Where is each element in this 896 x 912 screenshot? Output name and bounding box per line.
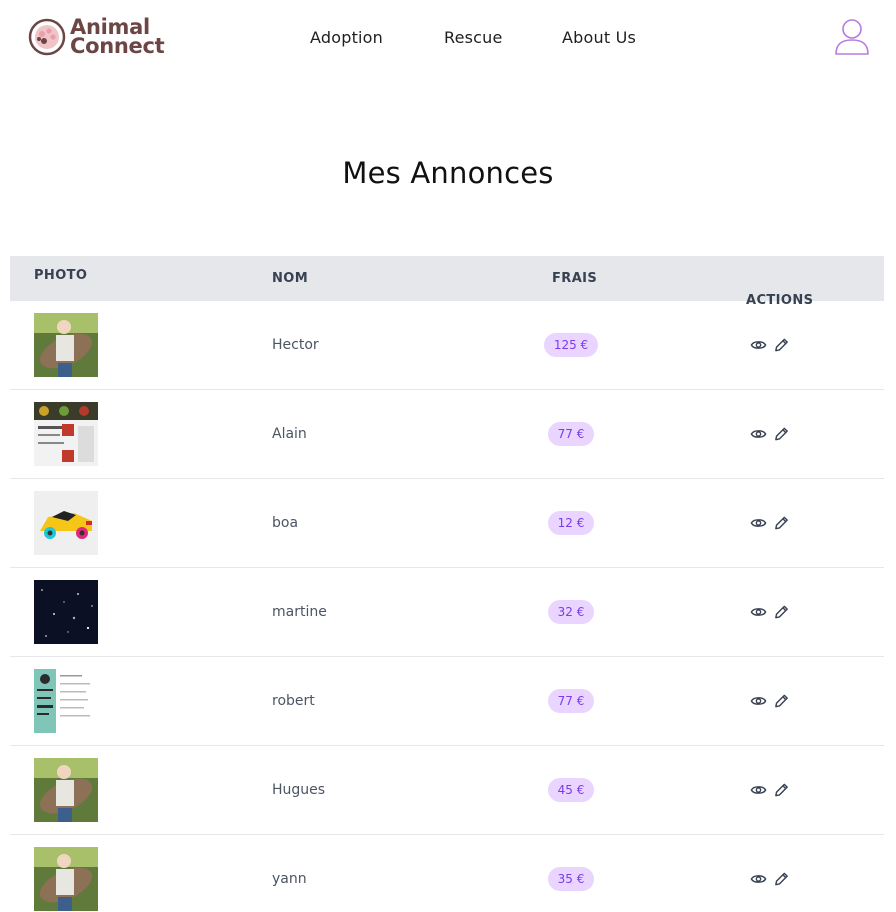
page-title: Mes Annonces — [342, 156, 554, 190]
price-badge: 12 € — [547, 511, 595, 535]
view-eye-icon[interactable] — [750, 336, 767, 354]
price-cell: 77 € — [510, 657, 632, 746]
edit-pencil-icon[interactable] — [773, 336, 790, 354]
price-badge: 77 € — [547, 689, 595, 713]
listing-name: yann — [272, 871, 307, 887]
view-eye-icon[interactable] — [750, 603, 767, 621]
price-badge: 32 € — [547, 600, 595, 624]
table-row: yann 35 € — [10, 835, 884, 912]
column-header-nom: NOM — [272, 271, 309, 286]
table-row: Alain 77 € — [10, 390, 884, 479]
edit-pencil-icon[interactable] — [773, 781, 790, 799]
price-badge: 77 € — [547, 422, 595, 446]
user-profile-icon[interactable] — [832, 16, 872, 58]
listing-name: Hugues — [272, 782, 326, 798]
row-actions — [750, 513, 790, 533]
view-eye-icon[interactable] — [750, 425, 767, 443]
starfield — [34, 580, 98, 644]
listings-table: PHOTO NOM FRAIS ACTIONS Hector 125 € Ala… — [10, 256, 884, 912]
row-actions — [750, 335, 790, 355]
table-row: martine 32 € — [10, 568, 884, 657]
row-actions — [750, 424, 790, 444]
table-row: robert 77 € — [10, 657, 884, 746]
rabbit-photo — [34, 847, 98, 911]
price-cell: 12 € — [510, 479, 632, 568]
price-badge: 45 € — [547, 778, 595, 802]
listing-name: Hector — [272, 337, 319, 353]
listing-name: robert — [272, 693, 315, 709]
price-cell: 35 € — [510, 835, 632, 912]
row-actions — [750, 691, 790, 711]
listing-name: Alain — [272, 426, 307, 442]
listing-name: martine — [272, 604, 327, 620]
rabbit-photo — [34, 313, 98, 377]
table-header: PHOTO NOM FRAIS ACTIONS — [10, 256, 884, 308]
price-badge: 35 € — [547, 867, 595, 891]
edit-pencil-icon[interactable] — [773, 514, 790, 532]
document-collage — [34, 402, 98, 466]
edit-pencil-icon[interactable] — [773, 603, 790, 621]
rabbit-photo — [34, 758, 98, 822]
edit-pencil-icon[interactable] — [773, 692, 790, 710]
price-badge: 125 € — [543, 333, 599, 357]
top-header: Animal Connect Adoption Rescue About Us — [0, 0, 896, 80]
table-row: Hector 125 € — [10, 301, 884, 390]
view-eye-icon[interactable] — [750, 692, 767, 710]
row-actions — [750, 780, 790, 800]
resume-document — [34, 669, 98, 733]
nav-rescue[interactable]: Rescue — [444, 28, 503, 47]
toy-car — [34, 491, 98, 555]
nav-adoption[interactable]: Adoption — [310, 28, 383, 47]
table-row: Hugues 45 € — [10, 746, 884, 835]
view-eye-icon[interactable] — [750, 781, 767, 799]
main-nav: Adoption Rescue About Us — [0, 28, 896, 52]
row-actions — [750, 602, 790, 622]
view-eye-icon[interactable] — [750, 870, 767, 888]
price-cell: 125 € — [510, 301, 632, 390]
table-row: boa 12 € — [10, 479, 884, 568]
price-cell: 77 € — [510, 390, 632, 479]
nav-about-us[interactable]: About Us — [562, 28, 636, 47]
row-actions — [750, 869, 790, 889]
column-header-frais: FRAIS — [552, 271, 598, 286]
listing-name: boa — [272, 515, 299, 531]
view-eye-icon[interactable] — [750, 514, 767, 532]
edit-pencil-icon[interactable] — [773, 870, 790, 888]
price-cell: 32 € — [510, 568, 632, 657]
edit-pencil-icon[interactable] — [773, 425, 790, 443]
price-cell: 45 € — [510, 746, 632, 835]
